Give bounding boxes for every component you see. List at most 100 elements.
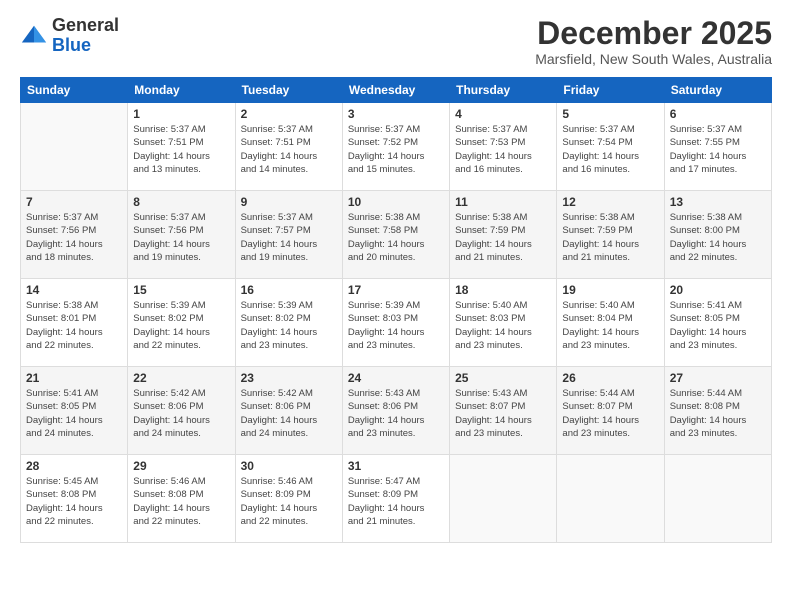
calendar-cell: 31 Sunrise: 5:47 AMSunset: 8:09 PMDayligh… <box>342 455 449 543</box>
day-number: 11 <box>455 195 551 209</box>
header-day-saturday: Saturday <box>664 78 771 103</box>
day-number: 26 <box>562 371 658 385</box>
calendar-cell: 18Sunrise: 5:40 AMSunset: 8:03 PMDayligh… <box>450 279 557 367</box>
calendar-cell: 24 Sunrise: 5:43 AMSunset: 8:06 PMDayligh… <box>342 367 449 455</box>
day-info: Sunrise: 5:37 AMSunset: 7:51 PMDaylight:… <box>133 123 229 176</box>
calendar-subtitle: Marsfield, New South Wales, Australia <box>535 51 772 67</box>
day-number: 1 <box>133 107 229 121</box>
calendar-cell: 3 Sunrise: 5:37 AMSunset: 7:52 PMDaylight… <box>342 103 449 191</box>
calendar-cell: 9Sunrise: 5:37 AMSunset: 7:57 PMDaylight… <box>235 191 342 279</box>
day-number: 12 <box>562 195 658 209</box>
day-info: Sunrise: 5:39 AMSunset: 8:02 PMDaylight:… <box>241 299 337 352</box>
header-day-wednesday: Wednesday <box>342 78 449 103</box>
calendar-cell: 28Sunrise: 5:45 AMSunset: 8:08 PMDayligh… <box>21 455 128 543</box>
calendar-week-2: 7 Sunrise: 5:37 AMSunset: 7:56 PMDaylight… <box>21 191 772 279</box>
page: General Blue December 2025 Marsfield, Ne… <box>0 0 792 612</box>
day-info: Sunrise: 5:42 AMSunset: 8:06 PMDaylight:… <box>241 387 337 440</box>
day-number: 9 <box>241 195 337 209</box>
calendar-cell: 30 Sunrise: 5:46 AMSunset: 8:09 PMDayligh… <box>235 455 342 543</box>
day-info: Sunrise: 5:44 AMSunset: 8:07 PMDaylight:… <box>562 387 658 440</box>
calendar-cell: 13 Sunrise: 5:38 AMSunset: 8:00 PMDayligh… <box>664 191 771 279</box>
calendar-cell: 27 Sunrise: 5:44 AMSunset: 8:08 PMDayligh… <box>664 367 771 455</box>
calendar-cell: 20Sunrise: 5:41 AMSunset: 8:05 PMDayligh… <box>664 279 771 367</box>
day-number: 29 <box>133 459 229 473</box>
day-info: Sunrise: 5:38 AMSunset: 7:58 PMDaylight:… <box>348 211 444 264</box>
calendar-cell <box>450 455 557 543</box>
day-info: Sunrise: 5:44 AMSunset: 8:08 PMDaylight:… <box>670 387 766 440</box>
calendar-cell: 19 Sunrise: 5:40 AMSunset: 8:04 PMDayligh… <box>557 279 664 367</box>
calendar-header-row: SundayMondayTuesdayWednesdayThursdayFrid… <box>21 78 772 103</box>
calendar-cell: 14 Sunrise: 5:38 AMSunset: 8:01 PMDayligh… <box>21 279 128 367</box>
day-info: Sunrise: 5:41 AMSunset: 8:05 PMDaylight:… <box>26 387 122 440</box>
day-info: Sunrise: 5:46 AMSunset: 8:09 PMDaylight:… <box>241 475 337 528</box>
calendar-week-1: 1 Sunrise: 5:37 AMSunset: 7:51 PMDaylight… <box>21 103 772 191</box>
day-number: 10 <box>348 195 444 209</box>
calendar-cell: 23Sunrise: 5:42 AMSunset: 8:06 PMDayligh… <box>235 367 342 455</box>
day-number: 27 <box>670 371 766 385</box>
header-day-friday: Friday <box>557 78 664 103</box>
day-info: Sunrise: 5:38 AMSunset: 7:59 PMDaylight:… <box>562 211 658 264</box>
day-number: 22 <box>133 371 229 385</box>
day-number: 14 <box>26 283 122 297</box>
header: General Blue December 2025 Marsfield, Ne… <box>20 16 772 67</box>
day-number: 31 <box>348 459 444 473</box>
calendar-cell: 16Sunrise: 5:39 AMSunset: 8:02 PMDayligh… <box>235 279 342 367</box>
day-number: 5 <box>562 107 658 121</box>
calendar-table: SundayMondayTuesdayWednesdayThursdayFrid… <box>20 77 772 543</box>
calendar-cell: 10 Sunrise: 5:38 AMSunset: 7:58 PMDayligh… <box>342 191 449 279</box>
day-info: Sunrise: 5:45 AMSunset: 8:08 PMDaylight:… <box>26 475 122 528</box>
calendar-cell <box>664 455 771 543</box>
logo: General Blue <box>20 16 119 56</box>
day-number: 21 <box>26 371 122 385</box>
calendar-cell: 12 Sunrise: 5:38 AMSunset: 7:59 PMDayligh… <box>557 191 664 279</box>
day-number: 25 <box>455 371 551 385</box>
day-info: Sunrise: 5:38 AMSunset: 7:59 PMDaylight:… <box>455 211 551 264</box>
day-info: Sunrise: 5:37 AMSunset: 7:52 PMDaylight:… <box>348 123 444 176</box>
day-number: 8 <box>133 195 229 209</box>
calendar-cell: 1 Sunrise: 5:37 AMSunset: 7:51 PMDaylight… <box>128 103 235 191</box>
calendar-cell <box>21 103 128 191</box>
calendar-cell: 7 Sunrise: 5:37 AMSunset: 7:56 PMDaylight… <box>21 191 128 279</box>
day-info: Sunrise: 5:47 AMSunset: 8:09 PMDaylight:… <box>348 475 444 528</box>
day-number: 15 <box>133 283 229 297</box>
day-number: 30 <box>241 459 337 473</box>
day-number: 3 <box>348 107 444 121</box>
day-number: 7 <box>26 195 122 209</box>
logo-blue: Blue <box>52 36 119 56</box>
day-info: Sunrise: 5:37 AMSunset: 7:56 PMDaylight:… <box>133 211 229 264</box>
day-info: Sunrise: 5:37 AMSunset: 7:53 PMDaylight:… <box>455 123 551 176</box>
calendar-cell: 4 Sunrise: 5:37 AMSunset: 7:53 PMDaylight… <box>450 103 557 191</box>
calendar-week-5: 28Sunrise: 5:45 AMSunset: 8:08 PMDayligh… <box>21 455 772 543</box>
day-info: Sunrise: 5:46 AMSunset: 8:08 PMDaylight:… <box>133 475 229 528</box>
calendar-cell: 26 Sunrise: 5:44 AMSunset: 8:07 PMDayligh… <box>557 367 664 455</box>
calendar-title: December 2025 <box>535 16 772 51</box>
day-info: Sunrise: 5:38 AMSunset: 8:00 PMDaylight:… <box>670 211 766 264</box>
day-info: Sunrise: 5:38 AMSunset: 8:01 PMDaylight:… <box>26 299 122 352</box>
day-info: Sunrise: 5:41 AMSunset: 8:05 PMDaylight:… <box>670 299 766 352</box>
day-info: Sunrise: 5:37 AMSunset: 7:55 PMDaylight:… <box>670 123 766 176</box>
day-info: Sunrise: 5:40 AMSunset: 8:04 PMDaylight:… <box>562 299 658 352</box>
header-day-tuesday: Tuesday <box>235 78 342 103</box>
logo-text: General Blue <box>52 16 119 56</box>
logo-general: General <box>52 16 119 36</box>
day-number: 18 <box>455 283 551 297</box>
calendar-cell: 5 Sunrise: 5:37 AMSunset: 7:54 PMDaylight… <box>557 103 664 191</box>
day-info: Sunrise: 5:37 AMSunset: 7:54 PMDaylight:… <box>562 123 658 176</box>
day-info: Sunrise: 5:42 AMSunset: 8:06 PMDaylight:… <box>133 387 229 440</box>
day-info: Sunrise: 5:37 AMSunset: 7:56 PMDaylight:… <box>26 211 122 264</box>
header-day-thursday: Thursday <box>450 78 557 103</box>
header-day-sunday: Sunday <box>21 78 128 103</box>
day-number: 13 <box>670 195 766 209</box>
day-number: 19 <box>562 283 658 297</box>
day-number: 17 <box>348 283 444 297</box>
day-info: Sunrise: 5:43 AMSunset: 8:07 PMDaylight:… <box>455 387 551 440</box>
calendar-week-4: 21 Sunrise: 5:41 AMSunset: 8:05 PMDayligh… <box>21 367 772 455</box>
day-info: Sunrise: 5:43 AMSunset: 8:06 PMDaylight:… <box>348 387 444 440</box>
calendar-cell: 6Sunrise: 5:37 AMSunset: 7:55 PMDaylight… <box>664 103 771 191</box>
header-day-monday: Monday <box>128 78 235 103</box>
day-number: 4 <box>455 107 551 121</box>
calendar-cell: 17Sunrise: 5:39 AMSunset: 8:03 PMDayligh… <box>342 279 449 367</box>
day-number: 24 <box>348 371 444 385</box>
calendar-cell: 21 Sunrise: 5:41 AMSunset: 8:05 PMDayligh… <box>21 367 128 455</box>
calendar-cell: 22 Sunrise: 5:42 AMSunset: 8:06 PMDayligh… <box>128 367 235 455</box>
